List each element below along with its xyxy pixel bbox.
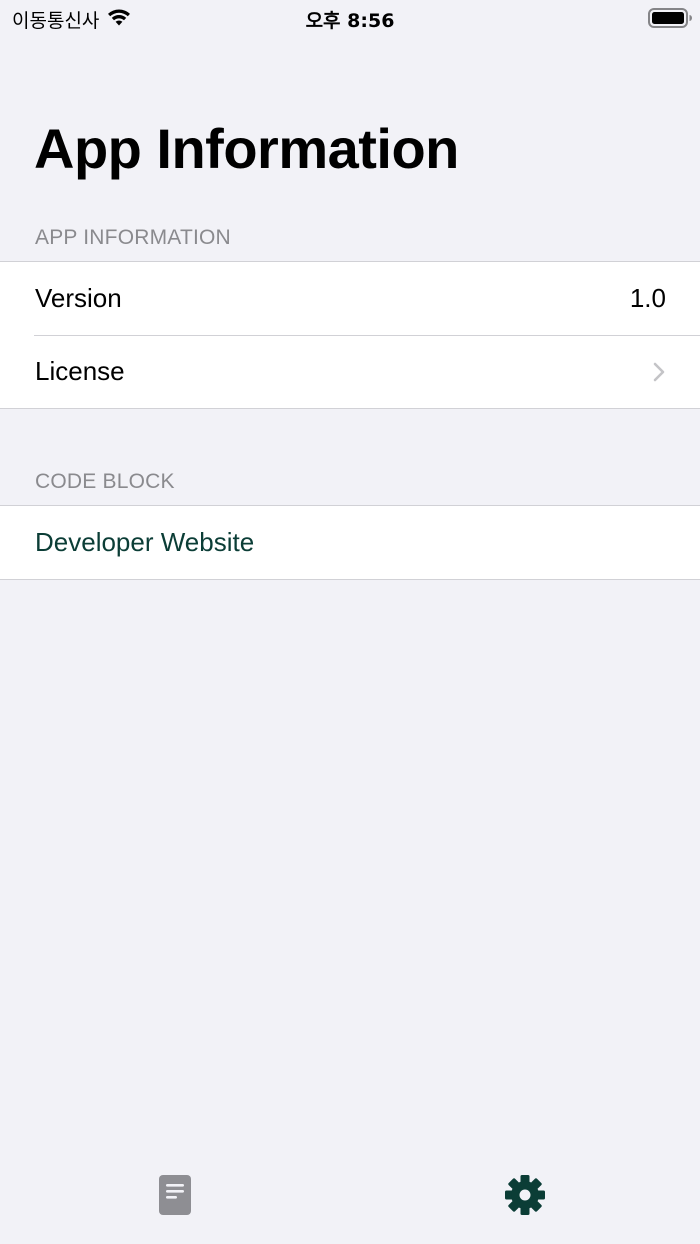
version-label: Version (35, 283, 122, 313)
tab-documents[interactable] (0, 1146, 350, 1244)
section-header-app-information: APP INFORMATION (35, 226, 231, 249)
app-screen: 이동통신사 오후 8:56 App Information APP INFORM… (0, 0, 700, 1244)
document-icon (159, 1175, 191, 1215)
gear-icon (505, 1175, 545, 1215)
developer-website-row[interactable]: Developer Website (0, 506, 700, 579)
chevron-right-icon (653, 362, 665, 381)
developer-website-link[interactable]: Developer Website (35, 527, 666, 558)
license-label: License (35, 356, 125, 386)
section-header-code-block: CODE BLOCK (35, 470, 175, 493)
page-title: App Information (34, 117, 459, 180)
license-row[interactable]: License (0, 335, 700, 408)
status-bar: 이동통신사 오후 8:56 (0, 0, 700, 36)
tab-bar (0, 1146, 700, 1244)
version-value: 1.0 (629, 283, 666, 313)
battery-icon (648, 8, 692, 28)
code-block-group: Developer Website (0, 505, 700, 580)
app-information-group: Version 1.0 License (0, 261, 700, 409)
version-row: Version 1.0 (0, 262, 700, 335)
status-time: 오후 8:56 (305, 10, 395, 32)
tab-settings[interactable] (350, 1146, 700, 1244)
